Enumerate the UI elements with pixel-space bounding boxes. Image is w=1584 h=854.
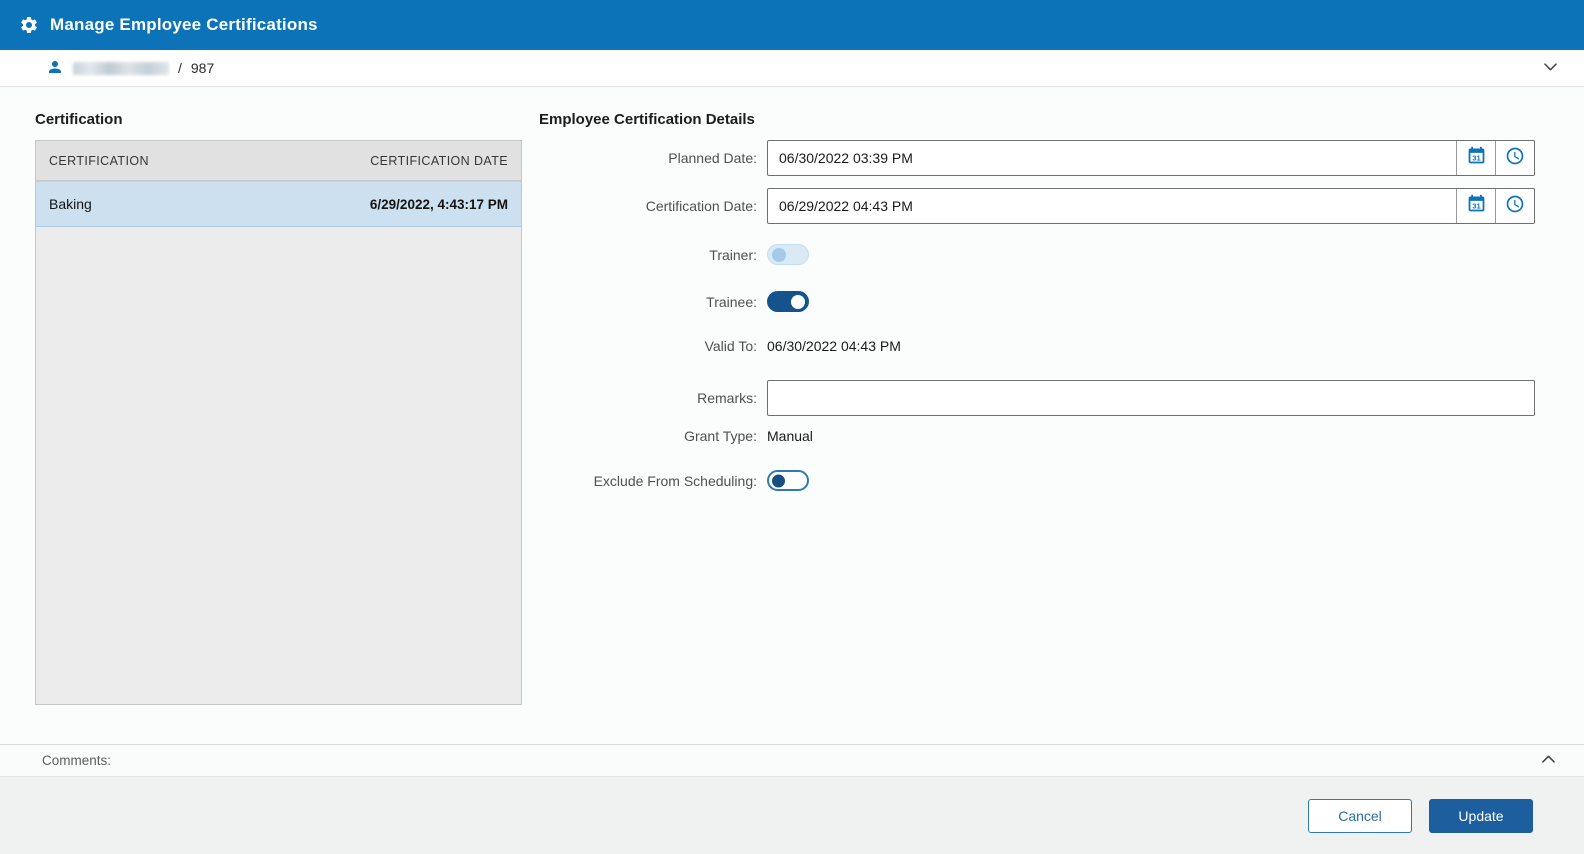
clock-icon bbox=[1505, 146, 1525, 171]
column-header-certification-date: CERTIFICATION DATE bbox=[370, 153, 508, 168]
cancel-button[interactable]: Cancel bbox=[1308, 798, 1412, 833]
exclude-from-scheduling-toggle[interactable] bbox=[767, 470, 809, 491]
grant-type-row: Grant Type: Manual bbox=[539, 428, 1550, 444]
planned-date-calendar-button[interactable]: 31 bbox=[1456, 141, 1495, 175]
main-content: Certification CERTIFICATION CERTIFICATIO… bbox=[0, 87, 1584, 744]
chevron-down-icon bbox=[1541, 57, 1560, 79]
chevron-up-icon bbox=[1539, 750, 1558, 772]
employee-name-redacted bbox=[73, 61, 169, 75]
certification-date-row: Certification Date: 31 bbox=[539, 188, 1550, 224]
certification-table-empty-area bbox=[36, 227, 521, 704]
certification-list-panel: Certification CERTIFICATION CERTIFICATIO… bbox=[35, 97, 522, 744]
valid-to-label: Valid To: bbox=[704, 338, 757, 354]
exclude-from-scheduling-row: Exclude From Scheduling: bbox=[539, 470, 1550, 491]
comments-label: Comments: bbox=[42, 753, 112, 768]
details-panel-title: Employee Certification Details bbox=[539, 111, 755, 128]
remarks-label: Remarks: bbox=[697, 390, 757, 406]
trainee-label: Trainee: bbox=[706, 293, 757, 310]
svg-text:31: 31 bbox=[1472, 153, 1480, 162]
certification-date-field: 31 bbox=[767, 188, 1535, 224]
remarks-input[interactable] bbox=[767, 380, 1535, 416]
cell-certification-date: 6/29/2022, 4:43:17 PM bbox=[369, 196, 508, 212]
exclude-from-scheduling-label: Exclude From Scheduling: bbox=[593, 472, 757, 489]
toggle-knob bbox=[791, 294, 805, 309]
calendar-icon: 31 bbox=[1466, 145, 1487, 171]
app-header: Manage Employee Certifications bbox=[0, 0, 1584, 50]
comments-collapse[interactable] bbox=[1539, 750, 1558, 772]
toggle-knob bbox=[772, 474, 785, 487]
column-header-certification: CERTIFICATION bbox=[49, 153, 149, 168]
table-row[interactable]: Baking 6/29/2022, 4:43:17 PM bbox=[36, 181, 521, 227]
remarks-row: Remarks: bbox=[539, 380, 1550, 416]
manage-employee-certifications-window: Manage Employee Certifications / 987 Cer… bbox=[0, 0, 1584, 854]
clock-icon bbox=[1505, 194, 1525, 219]
certification-details-panel: Employee Certification Details Planned D… bbox=[539, 97, 1550, 744]
update-button[interactable]: Update bbox=[1429, 798, 1533, 833]
trainer-toggle[interactable] bbox=[767, 244, 809, 265]
cell-certification-name: Baking bbox=[49, 196, 92, 212]
certification-table-header: CERTIFICATION CERTIFICATION DATE bbox=[36, 141, 521, 181]
page-title: Manage Employee Certifications bbox=[50, 15, 318, 34]
valid-to-value: 06/30/2022 04:43 PM bbox=[767, 338, 901, 354]
trainer-label: Trainer: bbox=[709, 246, 757, 263]
employee-number: 987 bbox=[190, 60, 215, 76]
person-icon bbox=[46, 58, 64, 79]
calendar-icon: 31 bbox=[1466, 193, 1487, 219]
employee-bar: / 987 bbox=[0, 50, 1584, 87]
grant-type-value: Manual bbox=[767, 428, 813, 444]
certification-panel-title: Certification bbox=[35, 111, 123, 128]
svg-text:31: 31 bbox=[1472, 201, 1480, 210]
planned-date-input[interactable] bbox=[768, 141, 1456, 175]
employee-bar-collapse[interactable] bbox=[1541, 57, 1560, 79]
action-footer: Cancel Update bbox=[0, 777, 1584, 854]
planned-date-row: Planned Date: 31 bbox=[539, 140, 1550, 176]
grant-type-label: Grant Type: bbox=[684, 428, 757, 444]
trainee-toggle[interactable] bbox=[767, 291, 809, 312]
trainer-row: Trainer: bbox=[539, 244, 1550, 265]
planned-date-label: Planned Date: bbox=[668, 150, 757, 166]
certification-date-input[interactable] bbox=[768, 189, 1456, 223]
comments-bar: Comments: bbox=[0, 744, 1584, 777]
trainee-row: Trainee: bbox=[539, 291, 1550, 312]
planned-date-field: 31 bbox=[767, 140, 1535, 176]
certification-date-calendar-button[interactable]: 31 bbox=[1456, 189, 1495, 223]
certification-date-time-button[interactable] bbox=[1495, 189, 1534, 223]
certification-table: CERTIFICATION CERTIFICATION DATE Baking … bbox=[35, 140, 522, 705]
planned-date-time-button[interactable] bbox=[1495, 141, 1534, 175]
gear-icon bbox=[19, 15, 39, 35]
certification-date-label: Certification Date: bbox=[645, 198, 757, 214]
breadcrumb-separator: / bbox=[178, 60, 182, 76]
valid-to-row: Valid To: 06/30/2022 04:43 PM bbox=[539, 338, 1550, 354]
toggle-knob bbox=[772, 247, 786, 262]
